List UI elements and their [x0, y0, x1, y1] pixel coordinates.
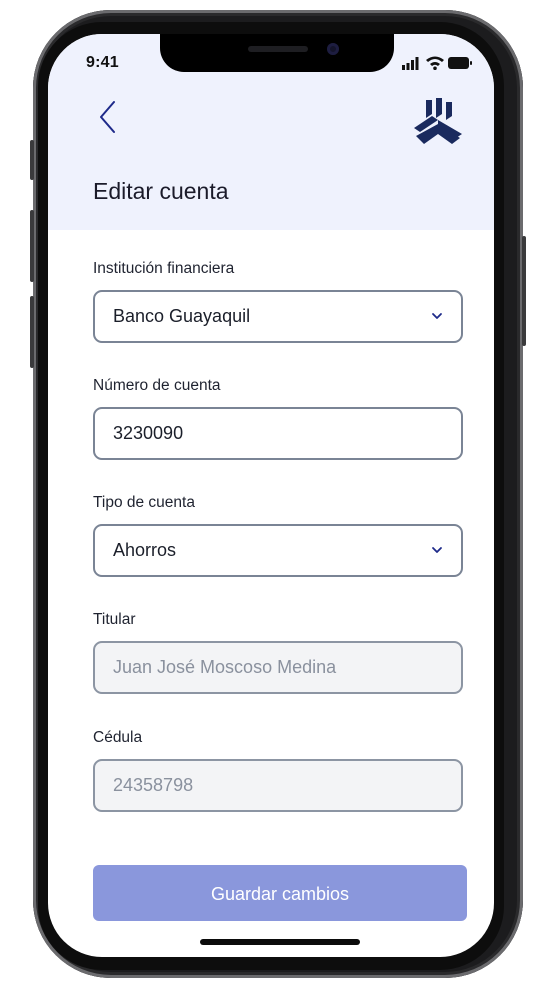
account-type-select[interactable]: Ahorros — [93, 524, 463, 577]
account-number-label: Número de cuenta — [93, 377, 221, 394]
save-button[interactable]: Guardar cambios — [93, 865, 467, 921]
wifi-icon — [426, 56, 444, 70]
dropdown-chevron-icon — [432, 313, 442, 319]
holder-input: Juan José Moscoso Medina — [93, 641, 463, 694]
id-number-label: Cédula — [93, 729, 143, 746]
app-screen: 9:41 Editar cuenta Institución financier… — [48, 34, 494, 957]
battery-icon — [448, 57, 472, 69]
back-chevron-icon[interactable] — [96, 100, 120, 134]
page-title: Editar cuenta — [93, 178, 229, 204]
account-number-input[interactable]: 3230090 — [93, 407, 463, 460]
account-number-value: 3230090 — [113, 423, 184, 443]
signal-icon — [402, 57, 419, 70]
dropdown-chevron-icon — [432, 547, 442, 553]
holder-value: Juan José Moscoso Medina — [113, 657, 337, 677]
institution-select[interactable]: Banco Guayaquil — [93, 290, 463, 343]
id-number-input: 24358798 — [93, 759, 463, 812]
brand-logo-icon — [414, 98, 462, 144]
scroll-mask — [48, 838, 494, 864]
device-notch — [160, 34, 394, 72]
institution-label: Institución financiera — [93, 260, 235, 277]
account-type-value: Ahorros — [113, 540, 177, 560]
home-indicator — [200, 939, 360, 945]
id-number-value: 24358798 — [113, 775, 194, 795]
institution-value: Banco Guayaquil — [113, 306, 251, 326]
account-type-label: Tipo de cuenta — [93, 494, 195, 511]
holder-label: Titular — [93, 611, 136, 628]
status-icons — [402, 56, 472, 70]
status-time: 9:41 — [86, 54, 119, 71]
